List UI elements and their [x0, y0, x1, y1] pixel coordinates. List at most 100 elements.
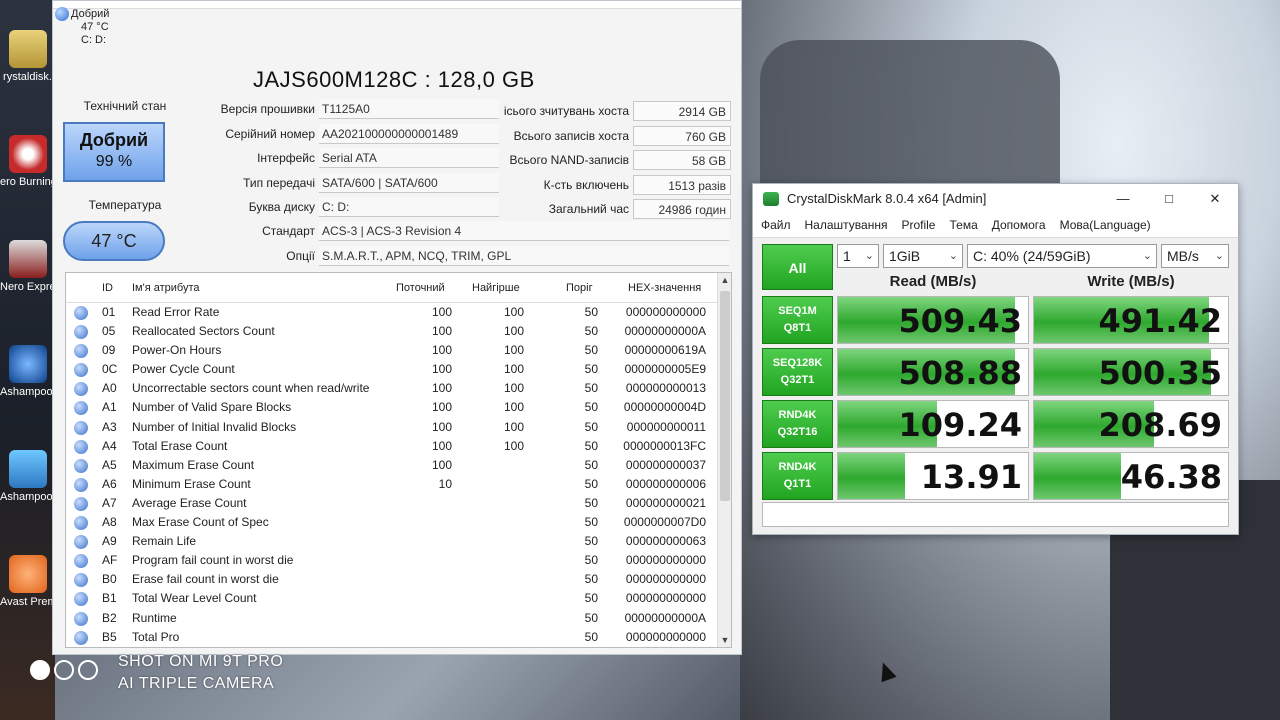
attr-id: A1 — [102, 400, 117, 415]
attr-current: 10 — [438, 476, 452, 491]
table-row[interactable]: 01 Read Error Rate 100 100 50 000000000000 — [66, 303, 731, 322]
test-label-1: SEQ128K — [772, 357, 823, 369]
drive-mini-status[interactable]: Добрий 47 °C C: D: — [55, 7, 115, 47]
attr-threshold: 50 — [584, 362, 598, 377]
scroll-down-icon[interactable]: ▼ — [718, 635, 731, 645]
table-row[interactable]: 05 Reallocated Sectors Count 100 100 50 00000… — [66, 322, 731, 341]
cdm-menu-item[interactable]: Тема — [949, 218, 977, 232]
standard-row: Стандарт — [53, 221, 315, 241]
attr-id: A7 — [102, 495, 117, 510]
cdm-menu-item[interactable]: Допомога — [992, 218, 1046, 232]
scroll-thumb[interactable] — [720, 291, 730, 501]
attr-worst: 100 — [503, 324, 524, 339]
table-row[interactable]: A5 Maximum Erase Count 100 50 000000000037 — [66, 456, 731, 475]
attr-current: 100 — [431, 343, 452, 358]
col-hex[interactable]: HEX-значення — [628, 282, 701, 294]
col-current[interactable]: Поточний — [396, 282, 445, 294]
attr-name: Power-On Hours — [132, 343, 222, 358]
desktop-icon-label: Ashampoo Burning S... — [0, 386, 55, 398]
table-row[interactable]: A7 Average Erase Count 50 000000000021 — [66, 494, 731, 513]
desktop-icon[interactable]: Ashampoo Burning S... — [0, 345, 55, 398]
desktop-icon-label: Ashampoo Deals — [0, 491, 55, 503]
cdi-menu-bar — [53, 1, 741, 9]
mini-status-text: Добрий — [71, 7, 110, 20]
desktop-icon[interactable]: rystaldisk. — [0, 30, 55, 83]
table-row[interactable]: A6 Minimum Erase Count 10 50 000000000006 — [66, 475, 731, 494]
test-label-2: Q1T1 — [783, 478, 812, 490]
table-row[interactable]: A3 Number of Initial Invalid Blocks 100 100… — [66, 418, 731, 437]
attr-hex: 00000000000A — [624, 324, 706, 339]
attr-threshold: 50 — [584, 419, 598, 434]
attr-threshold: 50 — [584, 476, 598, 491]
desktop-icon[interactable]: Avast Premiu... — [0, 555, 55, 608]
maximize-icon[interactable]: □ — [1146, 184, 1192, 214]
table-row[interactable]: B0 Erase fail count in worst die 50 0000000… — [66, 570, 731, 589]
cdm-menu-item[interactable]: Profile — [901, 218, 935, 232]
test-button[interactable]: RND4K Q1T1 — [762, 452, 833, 500]
col-id[interactable]: ID — [102, 282, 113, 294]
smart-attribute-table[interactable]: ID Ім'я атрибута Поточний Найгірше Поріг… — [65, 272, 732, 648]
table-row[interactable]: AF Program fail count in worst die 50 00000… — [66, 551, 731, 570]
table-row[interactable]: A0 Uncorrectable sectors count when read/… — [66, 379, 731, 398]
test-button[interactable]: RND4K Q32T16 — [762, 400, 833, 448]
cdm-menu-item[interactable]: Налаштування — [805, 218, 888, 232]
drive-select[interactable]: C: 40% (24/59GiB) ⌄ — [967, 244, 1157, 268]
right-info-row: ісього зчитувань хоста — [453, 101, 629, 121]
right-info-key: К-сть включень — [543, 177, 629, 192]
attr-threshold: 50 — [584, 572, 598, 587]
table-row[interactable]: B2 Runtime 50 00000000000A — [66, 609, 731, 628]
left-info-key: Інтерфейс — [257, 151, 315, 165]
count-select[interactable]: 1 ⌄ — [837, 244, 879, 268]
close-icon[interactable]: ✕ — [1192, 184, 1238, 214]
all-button[interactable]: All — [762, 244, 833, 290]
table-row[interactable]: A1 Number of Valid Spare Blocks 100 100 50 00… — [66, 398, 731, 417]
attr-worst: 100 — [503, 438, 524, 453]
table-row[interactable]: B5 Total Pro 50 000000000000 — [66, 628, 731, 647]
desktop-icon[interactable]: ero Burning ROM.exe — [0, 135, 55, 188]
attr-name: Maximum Erase Count — [132, 457, 255, 472]
table-row[interactable]: A9 Remain Life 50 000000000063 — [66, 532, 731, 551]
status-dot-icon — [74, 592, 88, 607]
read-header: Read (MB/s) — [889, 273, 977, 290]
scroll-up-icon[interactable]: ▲ — [718, 275, 731, 285]
attr-current: 100 — [431, 457, 452, 472]
attr-current: 100 — [431, 438, 452, 453]
right-info-row: К-сть включень — [453, 175, 629, 195]
attr-threshold: 50 — [584, 534, 598, 549]
drive-value: C: 40% (24/59GiB) — [973, 248, 1091, 264]
col-threshold[interactable]: Поріг — [566, 282, 593, 294]
desktop-icon[interactable]: Ashampoo Deals — [0, 450, 55, 503]
minimize-icon[interactable]: — — [1100, 184, 1146, 214]
attr-name: Remain Life — [132, 534, 197, 549]
chevron-down-icon: ⌄ — [1142, 250, 1152, 262]
table-row[interactable]: 0C Power Cycle Count 100 100 50 0000000005E9 — [66, 360, 731, 379]
table-row[interactable]: A4 Total Erase Count 100 100 50 0000000013FC — [66, 437, 731, 456]
table-row[interactable]: B1 Total Wear Level Count 50 000000000000 — [66, 589, 731, 608]
health-dot-icon — [55, 7, 69, 21]
col-name[interactable]: Ім'я атрибута — [132, 282, 200, 294]
attr-id: AF — [102, 553, 118, 568]
table-row[interactable]: A8 Max Erase Count of Spec 50 0000000007D0 — [66, 513, 731, 532]
comment-field[interactable] — [762, 502, 1229, 527]
table-scrollbar[interactable]: ▲ ▼ — [717, 273, 731, 647]
desktop-icon[interactable]: Nero Express.exe — [0, 240, 55, 293]
size-select[interactable]: 1GiB ⌄ — [883, 244, 963, 268]
test-button[interactable]: SEQ1M Q8T1 — [762, 296, 833, 344]
attr-current: 100 — [431, 419, 452, 434]
attr-id: 0C — [102, 362, 118, 377]
cdm-title-bar[interactable]: CrystalDiskMark 8.0.4 x64 [Admin] — □ ✕ — [753, 184, 1238, 214]
attr-hex: 000000000063 — [625, 534, 706, 549]
attr-name: Erase fail count in worst die — [132, 572, 279, 587]
cdm-menu-item[interactable]: Мова(Language) — [1060, 218, 1151, 232]
attr-worst: 100 — [503, 343, 524, 358]
cdm-menu-item[interactable]: Файл — [761, 218, 791, 232]
unit-select[interactable]: MB/s ⌄ — [1161, 244, 1229, 268]
test-button[interactable]: SEQ128K Q32T1 — [762, 348, 833, 396]
left-info-key: Тип передачі — [243, 175, 315, 190]
read-value: 109.24 — [898, 406, 1022, 444]
attr-threshold: 50 — [584, 381, 598, 396]
col-worst[interactable]: Найгірше — [472, 282, 520, 294]
status-dot-icon — [74, 382, 88, 397]
table-row[interactable]: 09 Power-On Hours 100 100 50 00000000619A — [66, 341, 731, 360]
table-header: ID Ім'я атрибута Поточний Найгірше Поріг… — [66, 273, 731, 303]
